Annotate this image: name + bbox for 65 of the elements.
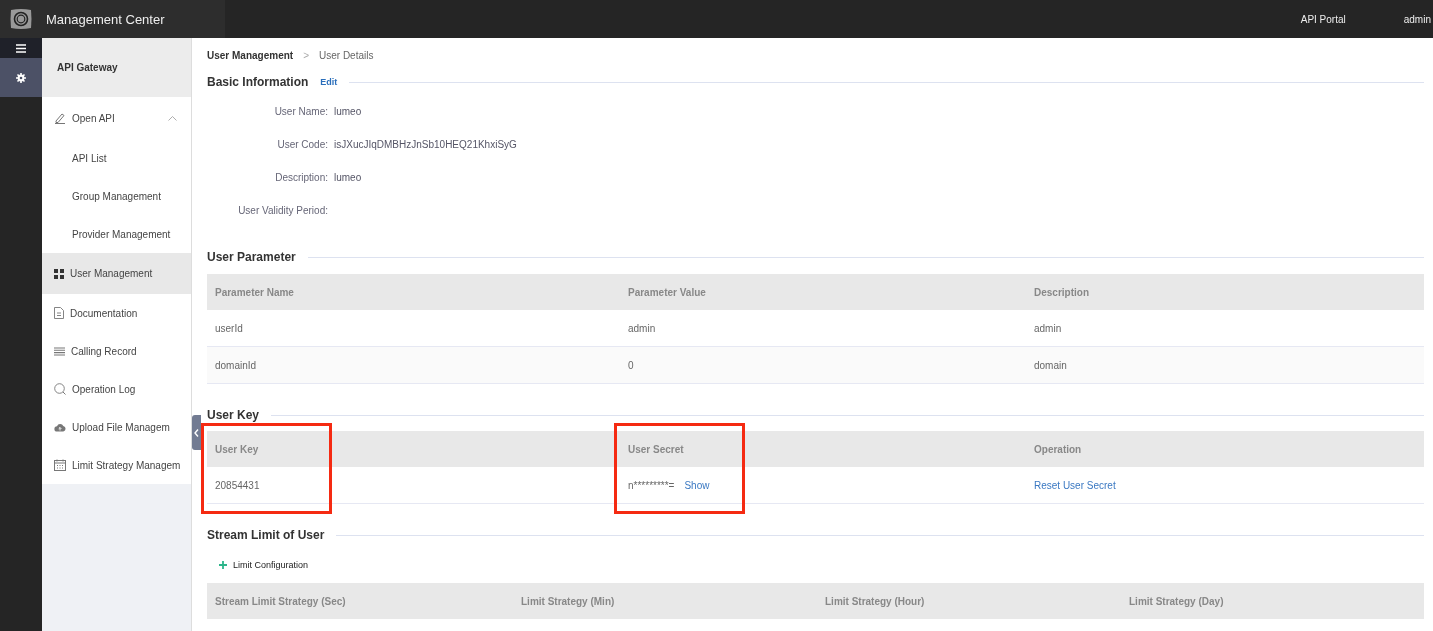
sidebar-item[interactable]: Upload File Managem	[42, 408, 191, 446]
column-header: User Secret	[627, 443, 684, 455]
column-header: User Key	[214, 443, 259, 455]
section-title: Stream Limit of User	[207, 528, 325, 542]
field-value: lumeo	[334, 172, 363, 183]
table-cell-text: 0	[627, 359, 635, 371]
field-label: User Validity Period:	[237, 205, 328, 216]
rail-button[interactable]	[0, 58, 42, 97]
column-header: Limit Strategy (Day)	[1128, 595, 1225, 607]
sidebar-item[interactable]: Limit Strategy Managem	[42, 446, 191, 484]
sidebar-item[interactable]: Open API	[42, 97, 191, 139]
secret-value: n*********=	[628, 479, 675, 491]
table-cell-text: admin	[627, 322, 657, 334]
column-header: Operation	[1033, 443, 1082, 455]
section-title: Basic Information	[207, 75, 309, 89]
table-cell-text: domainId	[214, 359, 258, 371]
table-cell-text: domain	[1033, 359, 1068, 371]
show-link[interactable]: Show	[684, 479, 710, 491]
calendar-icon	[54, 459, 66, 471]
sidebar-item[interactable]: Operation Log	[42, 370, 191, 408]
sidebar-title: API Gateway	[42, 38, 191, 97]
reset-secret-link[interactable]: Reset User Secret	[1034, 479, 1116, 491]
section-title: User Key	[207, 408, 260, 422]
sidebar-item[interactable]: Calling Record	[42, 332, 191, 370]
sidebar-item[interactable]: User Management	[42, 253, 191, 294]
table-cell-text: userId	[214, 322, 244, 334]
menu-icon	[16, 43, 26, 53]
search-icon	[54, 383, 66, 395]
table-cell-text: 20854431	[214, 479, 260, 491]
top-link[interactable]: API Portal	[1300, 13, 1346, 25]
cloud-upload-icon	[54, 422, 66, 432]
list-icon	[54, 346, 65, 356]
document-icon	[54, 307, 64, 319]
column-header: Limit Strategy (Hour)	[824, 595, 926, 607]
sidebar-subitem[interactable]: Group Management	[42, 177, 191, 215]
breadcrumb-separator: >	[303, 50, 309, 61]
field-label: User Name:	[273, 106, 328, 117]
breadcrumb-link[interactable]: User Management	[207, 50, 294, 61]
sidebar-subitem[interactable]: Provider Management	[42, 215, 191, 253]
plus-icon	[219, 561, 227, 569]
field-label: Description:	[274, 172, 328, 183]
app-title: Management Center	[46, 11, 165, 27]
grid-icon	[54, 268, 64, 279]
chevron-left-icon	[194, 428, 199, 437]
rail-button[interactable]	[0, 38, 42, 58]
pencil-icon	[54, 112, 66, 124]
section-title: User Parameter	[207, 250, 296, 264]
field-label: User Code:	[276, 139, 328, 150]
sidebar-item[interactable]: Documentation	[42, 294, 191, 332]
column-header: Parameter Value	[627, 286, 707, 298]
field-value: lumeo	[334, 106, 363, 117]
field-value: isJXucJIqDMBHzJnSb10HEQ21KhxiSyG	[334, 139, 518, 150]
column-header: Stream Limit Strategy (Sec)	[214, 595, 347, 607]
table-cell-text: admin	[1033, 322, 1063, 334]
column-header: Description	[1033, 286, 1090, 298]
collapse-handle[interactable]	[192, 415, 201, 450]
limit-configuration-button[interactable]: Limit Configuration	[219, 560, 309, 570]
edit-link[interactable]: Edit	[320, 77, 338, 87]
sidebar-subitem[interactable]: API List	[42, 139, 191, 177]
top-link[interactable]: admin	[1403, 13, 1431, 25]
settings-icon	[16, 72, 26, 83]
logo-icon	[10, 8, 32, 30]
column-header: Limit Strategy (Min)	[520, 595, 616, 607]
breadcrumb-current: User Details	[319, 50, 374, 61]
column-header: Parameter Name	[214, 286, 295, 298]
